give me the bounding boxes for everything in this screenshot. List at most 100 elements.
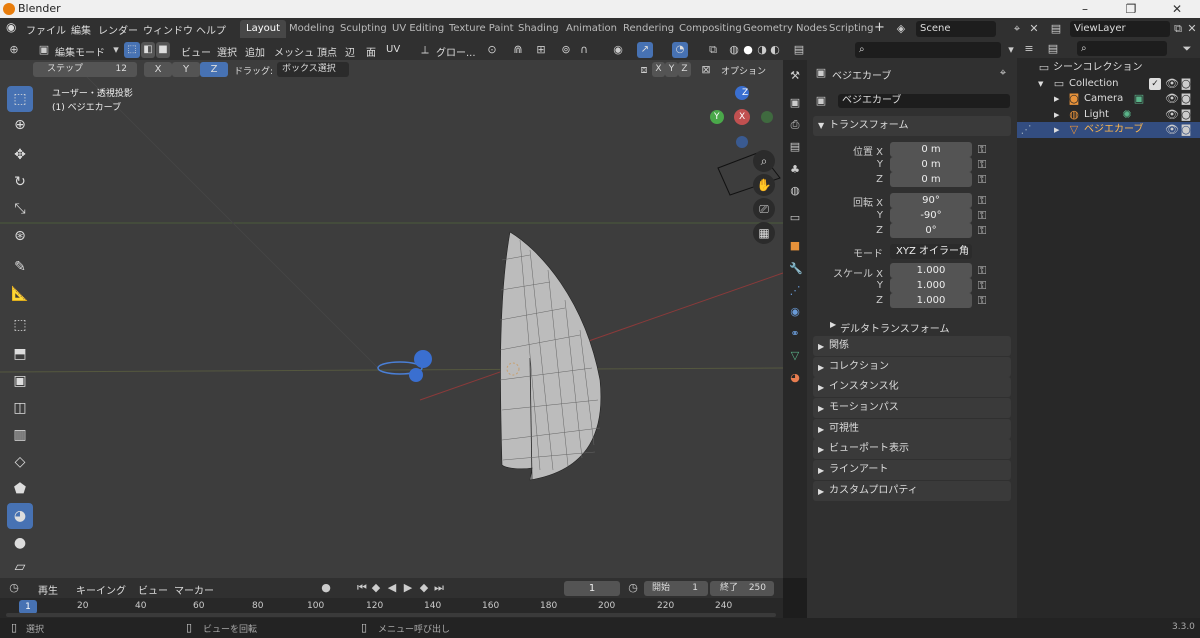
outliner-item-light[interactable]: ▶ ◍ Light ✺ 👁 ◙ — [1017, 107, 1200, 123]
falloff-icon[interactable]: ∩ — [578, 44, 590, 56]
render-tab-icon[interactable]: ▣ — [789, 97, 801, 109]
menu-vertex[interactable]: 頂点 — [317, 44, 337, 59]
material-shading-icon[interactable]: ◑ — [756, 44, 768, 56]
gizmo-neg-y-icon[interactable] — [761, 111, 773, 123]
collection-tab-icon[interactable]: ▭ — [789, 212, 801, 224]
wireframe-shading-icon[interactable]: ◍ — [728, 44, 740, 56]
camera-data-icon[interactable]: ▣ — [1133, 93, 1145, 105]
chevron-down-icon[interactable]: ▾ — [1005, 44, 1017, 56]
tab-animation[interactable]: Animation — [560, 20, 623, 38]
tab-scripting[interactable]: Scripting — [823, 20, 879, 38]
tab-modeling[interactable]: Modeling — [283, 20, 341, 38]
scale-x-field[interactable]: 1.000 — [890, 263, 972, 278]
instancing-panel-header[interactable]: インスタンス化 — [813, 377, 1011, 397]
menu-select[interactable]: 選択 — [217, 44, 237, 59]
timeline-scrollbar[interactable] — [6, 613, 776, 617]
visibility-icon[interactable]: ◉ — [612, 44, 624, 56]
filter-icon[interactable]: ⏷ — [1181, 43, 1193, 55]
bezier-mesh-surface[interactable] — [500, 231, 602, 481]
tab-texture-paint[interactable]: Texture Paint — [443, 20, 520, 38]
viewport-display-panel-header[interactable]: ビューポート表示 — [813, 439, 1011, 459]
particles-tab-icon[interactable]: ⋰ — [789, 285, 801, 297]
lock-icon[interactable]: ⚿ — [976, 295, 988, 307]
eye-icon[interactable]: 👁 — [1165, 124, 1179, 136]
data-tab-icon[interactable]: ▽ — [789, 350, 801, 362]
tab-geometry-nodes[interactable]: Geometry Nodes — [737, 20, 833, 38]
step-field[interactable]: ステップ 12 — [33, 62, 137, 77]
light-data-icon[interactable]: ✺ — [1121, 109, 1133, 121]
scale-z-field[interactable]: 1.000 — [890, 293, 972, 308]
knife-tool[interactable]: ◇ — [7, 449, 33, 475]
menu-view[interactable]: ビュー — [181, 44, 211, 59]
render-camera-icon[interactable]: ◙ — [1180, 109, 1192, 121]
spin-tool[interactable]: ◕ — [7, 503, 33, 529]
visibility-panel-header[interactable]: 可視性 — [813, 419, 1011, 439]
add-cube-tool[interactable]: ⬚ — [7, 312, 33, 338]
output-tab-icon[interactable]: ⎙ — [789, 119, 801, 131]
menu-marker[interactable]: マーカー — [174, 582, 214, 597]
outliner-scene-collection[interactable]: ▭ シーンコレクション — [1017, 60, 1200, 76]
line-art-panel-header[interactable]: ラインアート — [813, 460, 1011, 480]
object-tab-icon[interactable]: ■ — [789, 240, 801, 252]
lock-icon[interactable]: ⚿ — [976, 265, 988, 277]
editor-type-icon[interactable]: ◷ — [8, 582, 20, 594]
chevron-down-icon[interactable]: ▼ — [1038, 76, 1043, 92]
view-layer-remove-icon[interactable]: ✕ — [1186, 23, 1198, 35]
zoom-button[interactable]: ⌕ — [753, 150, 775, 172]
record-icon[interactable]: ● — [320, 582, 332, 594]
tab-sculpting[interactable]: Sculpting — [334, 20, 393, 38]
rotation-mode-selector[interactable]: XYZ オイラー角 — [890, 244, 972, 259]
menu-keying[interactable]: キーイング — [76, 582, 126, 597]
eye-icon[interactable]: 👁 — [1165, 93, 1179, 105]
axis-y-button[interactable]: Y — [172, 62, 200, 77]
axis-x-button[interactable]: X — [144, 62, 172, 77]
drag-selector[interactable]: ボックス選択 — [277, 62, 349, 77]
jump-end-icon[interactable]: ⏭ — [433, 582, 445, 594]
transform-panel-header[interactable]: トランスフォーム — [813, 116, 1011, 136]
close-button[interactable]: ✕ — [1154, 0, 1200, 18]
timeline[interactable]: 1 20 40 60 80 100 120 140 160 180 200 22… — [0, 598, 783, 618]
location-y-field[interactable]: 0 m — [890, 157, 972, 172]
cursor-tool[interactable]: ⊕ — [7, 112, 33, 138]
minimize-button[interactable]: – — [1062, 0, 1108, 18]
scene-selector[interactable]: Scene — [916, 21, 996, 37]
snap-icon[interactable]: ⋒ — [512, 44, 524, 56]
annotate-tool[interactable]: ✎ — [7, 254, 33, 280]
measure-tool[interactable]: 📐 — [7, 281, 33, 307]
checkbox-icon[interactable]: ✓ — [1149, 78, 1161, 90]
clock-icon[interactable]: ◷ — [627, 582, 639, 594]
modifier-tab-icon[interactable]: 🔧 — [789, 263, 803, 275]
proportional-edit-icon[interactable]: ⊚ — [560, 44, 572, 56]
play-reverse-icon[interactable]: ◀ — [386, 582, 398, 594]
gizmo-neg-z-icon[interactable] — [736, 136, 748, 148]
lock-icon[interactable]: ⚿ — [976, 174, 988, 186]
rotation-y-field[interactable]: -90° — [890, 208, 972, 223]
view-layer-icon[interactable]: ▤ — [1050, 23, 1062, 35]
scene-remove-icon[interactable]: ✕ — [1028, 23, 1040, 35]
ortho-toggle-button[interactable]: ▦ — [753, 222, 775, 244]
camera-view-button[interactable]: ⎚ — [753, 198, 775, 220]
physics-tab-icon[interactable]: ◉ — [789, 306, 801, 318]
rotate-tool[interactable]: ↻ — [7, 169, 33, 195]
delta-transform-subpanel[interactable]: デルタトランスフォーム — [840, 320, 950, 335]
extrude-tool[interactable]: ⬒ — [7, 341, 33, 367]
overlay-toggle-button[interactable]: ◔ — [672, 42, 688, 58]
custom-properties-panel-header[interactable]: カスタムプロパティ — [813, 481, 1011, 501]
pin-icon[interactable]: ⌖ — [1011, 23, 1023, 35]
move-tool[interactable]: ✥ — [7, 142, 33, 168]
rotation-z-field[interactable]: 0° — [890, 223, 972, 238]
snap-target-icon[interactable]: ⊞ — [535, 44, 547, 56]
view-layer-selector[interactable]: ViewLayer — [1070, 21, 1170, 37]
menu-mesh[interactable]: メッシュ — [274, 44, 314, 59]
lock-icon[interactable]: ⚿ — [976, 144, 988, 156]
playhead[interactable]: 1 — [19, 600, 37, 614]
menu-edge[interactable]: 辺 — [345, 44, 355, 59]
menu-window[interactable]: ウィンドウ — [143, 22, 193, 37]
menu-face[interactable]: 面 — [366, 44, 376, 59]
transform-tool[interactable]: ⊛ — [7, 223, 33, 249]
collections-panel-header[interactable]: コレクション — [813, 357, 1011, 377]
scale-tool[interactable]: ⤡ — [7, 196, 33, 222]
tab-layout[interactable]: Layout — [240, 20, 286, 38]
menu-add[interactable]: 追加 — [245, 44, 265, 59]
editor-type-icon[interactable]: ▤ — [793, 44, 805, 56]
